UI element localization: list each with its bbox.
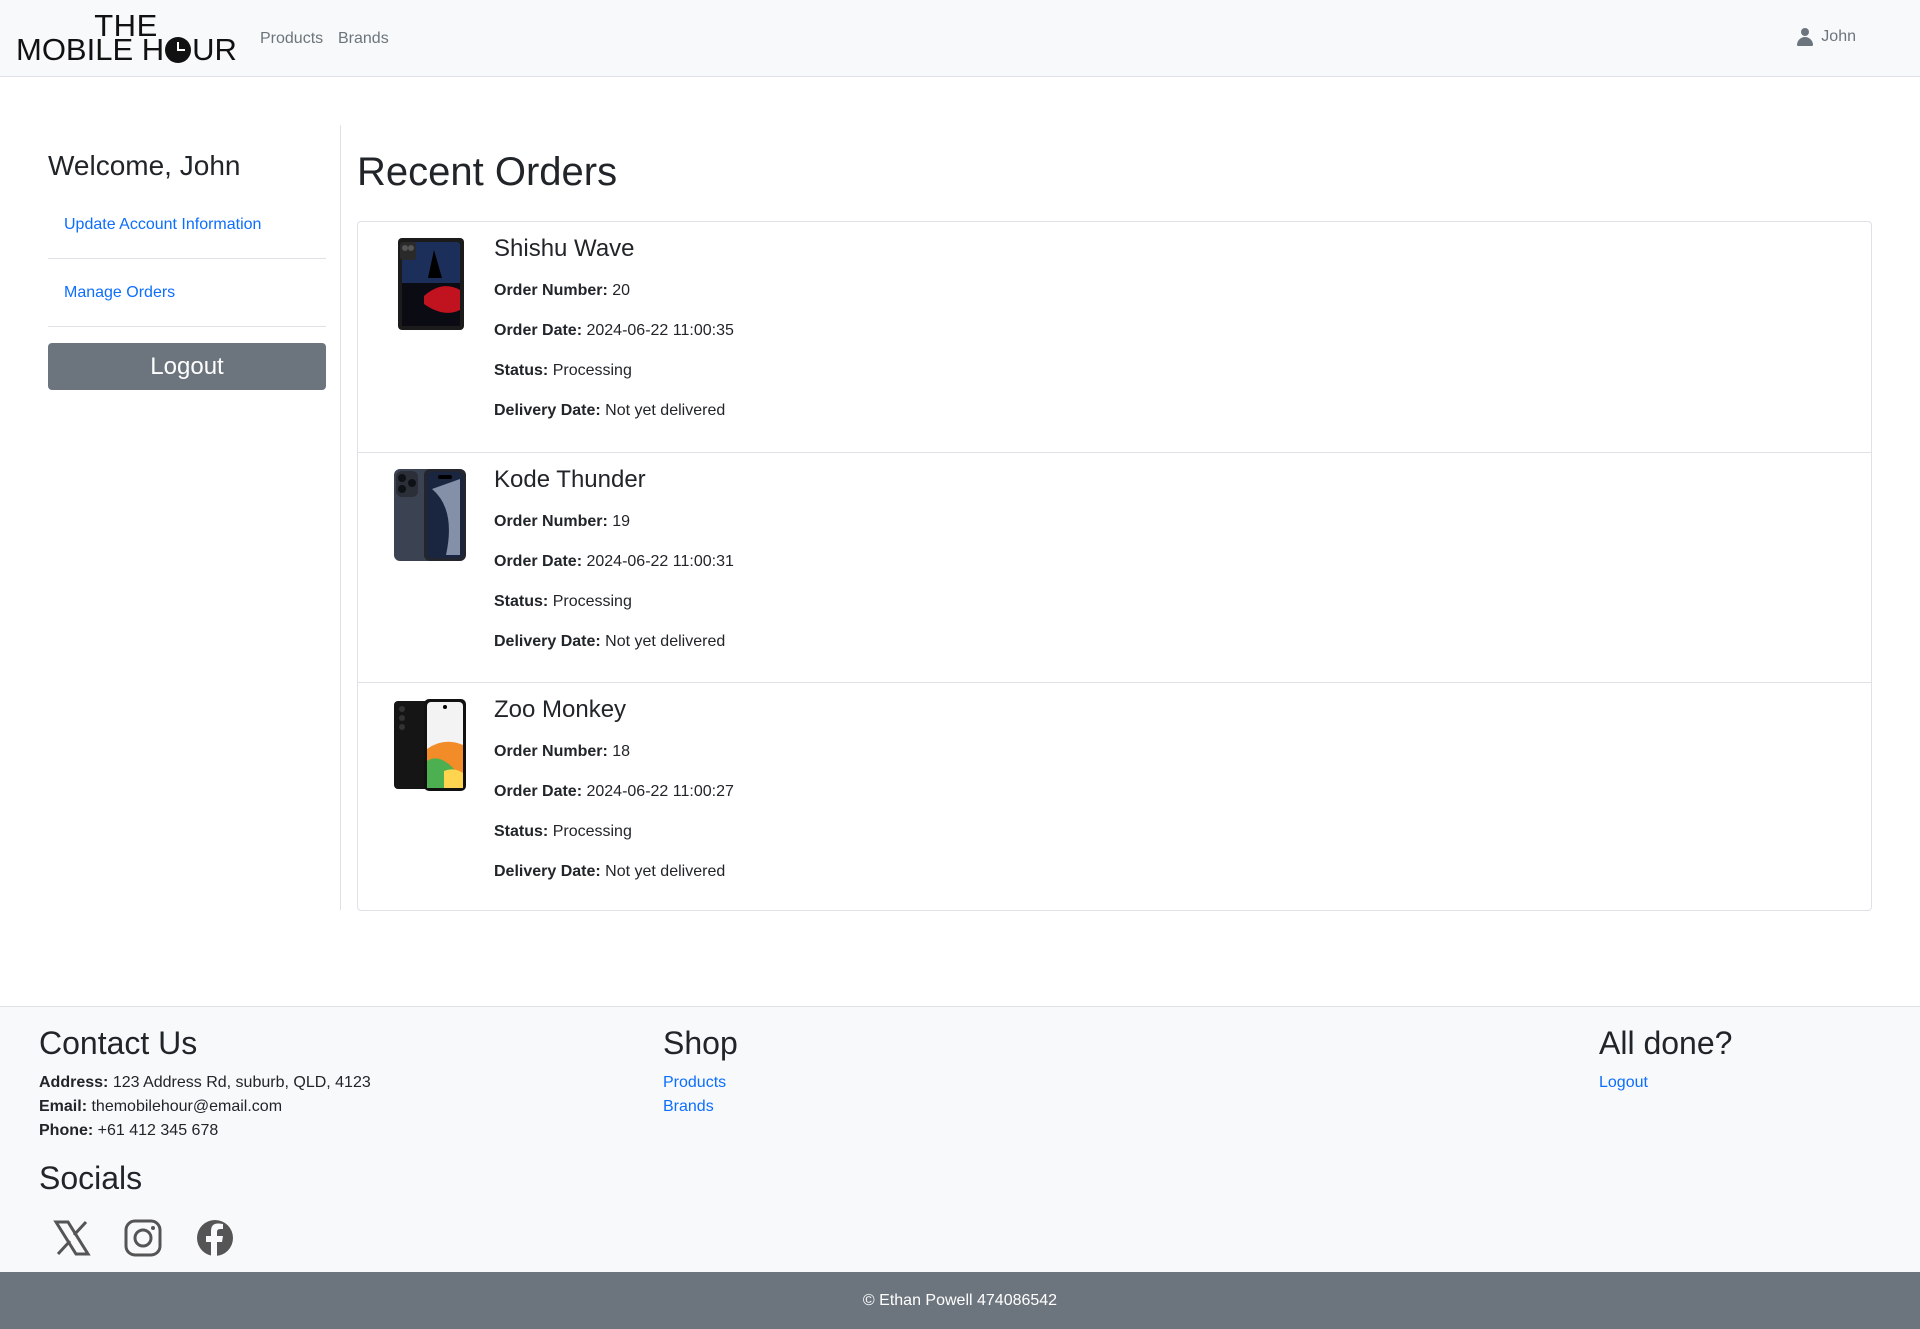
welcome-heading: Welcome, John xyxy=(48,150,241,181)
copyright-text: © Ethan Powell 474086542 xyxy=(862,1292,1058,1309)
phone-image xyxy=(394,469,466,561)
order-date-label: Order Date: xyxy=(494,553,583,570)
logo-text-b: UR xyxy=(192,32,237,67)
manage-orders-link[interactable]: Manage Orders xyxy=(64,284,175,302)
delivery-date-line: Delivery Date: Not yet delivered xyxy=(494,402,725,420)
x-icon[interactable] xyxy=(52,1218,92,1258)
order-date-value: 2024-06-22 11:00:31 xyxy=(586,553,734,570)
delivery-date-line: Delivery Date: Not yet delivered xyxy=(494,863,725,881)
socials-heading: Socials xyxy=(39,1160,143,1196)
delivery-date-value: Not yet delivered xyxy=(605,633,726,650)
delivery-date-line: Delivery Date: Not yet delivered xyxy=(494,633,725,651)
order-number-label: Order Number: xyxy=(494,282,608,299)
phone-image xyxy=(394,699,466,791)
phone-value: +61 412 345 678 xyxy=(97,1122,219,1139)
order-status-line: Status: Processing xyxy=(494,593,632,611)
footer-link-products[interactable]: Products xyxy=(663,1074,726,1092)
order-number-label: Order Number: xyxy=(494,743,608,760)
order-product-name: Kode Thunder xyxy=(494,466,646,493)
address-value: 123 Address Rd, suburb, QLD, 4123 xyxy=(112,1074,371,1091)
footer-logout-link[interactable]: Logout xyxy=(1599,1074,1648,1092)
logo-line-2: MOBILE H UR xyxy=(16,32,237,67)
sidebar-divider xyxy=(48,326,326,327)
footer-link-brands[interactable]: Brands xyxy=(663,1098,714,1116)
instagram-icon[interactable] xyxy=(123,1218,163,1258)
logo-text-a: MOBILE H xyxy=(16,32,165,67)
order-number-line: Order Number: 19 xyxy=(494,513,630,531)
status-label: Status: xyxy=(494,823,549,840)
delivery-date-value: Not yet delivered xyxy=(605,402,726,419)
order-status-line: Status: Processing xyxy=(494,823,632,841)
order-date-line: Order Date: 2024-06-22 11:00:31 xyxy=(494,553,734,571)
nav-link-products[interactable]: Products xyxy=(260,30,323,48)
order-date-value: 2024-06-22 11:00:35 xyxy=(586,322,734,339)
contact-email: Email: themobilehour@email.com xyxy=(39,1098,282,1116)
status-value: Processing xyxy=(552,593,632,610)
user-name: John xyxy=(1821,28,1856,45)
update-account-link[interactable]: Update Account Information xyxy=(64,216,261,234)
order-item[interactable]: Kode Thunder Order Number: 19 Order Date… xyxy=(358,452,1871,682)
phone-image xyxy=(394,238,466,330)
all-done-heading: All done? xyxy=(1599,1025,1733,1061)
shop-heading: Shop xyxy=(663,1025,738,1061)
order-date-label: Order Date: xyxy=(494,322,583,339)
order-date-line: Order Date: 2024-06-22 11:00:27 xyxy=(494,783,734,801)
order-number-line: Order Number: 20 xyxy=(494,282,630,300)
address-label: Address: xyxy=(39,1074,109,1091)
contact-address: Address: 123 Address Rd, suburb, QLD, 41… xyxy=(39,1074,371,1092)
status-value: Processing xyxy=(552,362,632,379)
user-icon xyxy=(1797,28,1814,46)
copyright-bar: © Ethan Powell 474086542 xyxy=(0,1272,1920,1329)
status-label: Status: xyxy=(494,362,549,379)
order-date-value: 2024-06-22 11:00:27 xyxy=(586,783,734,800)
order-number-value: 19 xyxy=(612,513,631,530)
order-status-line: Status: Processing xyxy=(494,362,632,380)
order-date-label: Order Date: xyxy=(494,783,583,800)
nav-link-brands[interactable]: Brands xyxy=(338,30,389,48)
order-item[interactable]: Zoo Monkey Order Number: 18 Order Date: … xyxy=(358,682,1871,912)
sidebar-divider xyxy=(48,258,326,259)
order-product-name: Zoo Monkey xyxy=(494,696,627,723)
order-product-name: Shishu Wave xyxy=(494,235,635,262)
delivery-date-label: Delivery Date: xyxy=(494,863,601,880)
status-label: Status: xyxy=(494,593,549,610)
account-sidebar: Welcome, John Update Account Information… xyxy=(48,125,341,910)
order-date-line: Order Date: 2024-06-22 11:00:35 xyxy=(494,322,734,340)
logout-button[interactable]: Logout xyxy=(48,343,326,390)
order-number-line: Order Number: 18 xyxy=(494,743,630,761)
email-value: themobilehour@email.com xyxy=(91,1098,283,1115)
page-title: Recent Orders xyxy=(357,150,618,194)
contact-phone: Phone: +61 412 345 678 xyxy=(39,1122,218,1140)
top-navbar: THE MOBILE H UR Products Brands John xyxy=(0,0,1920,77)
user-menu[interactable]: John xyxy=(1797,28,1856,46)
delivery-date-label: Delivery Date: xyxy=(494,402,601,419)
phone-label: Phone: xyxy=(39,1122,94,1139)
delivery-date-label: Delivery Date: xyxy=(494,633,601,650)
contact-heading: Contact Us xyxy=(39,1025,198,1061)
order-number-value: 20 xyxy=(612,282,631,299)
site-logo[interactable]: THE MOBILE H UR xyxy=(16,10,237,67)
order-item[interactable]: Shishu Wave Order Number: 20 Order Date:… xyxy=(358,222,1871,452)
order-number-value: 18 xyxy=(612,743,631,760)
facebook-icon[interactable] xyxy=(195,1218,235,1258)
clock-icon xyxy=(165,37,192,63)
order-number-label: Order Number: xyxy=(494,513,608,530)
delivery-date-value: Not yet delivered xyxy=(605,863,726,880)
orders-list: Shishu Wave Order Number: 20 Order Date:… xyxy=(357,221,1872,911)
email-label: Email: xyxy=(39,1098,88,1115)
status-value: Processing xyxy=(552,823,632,840)
